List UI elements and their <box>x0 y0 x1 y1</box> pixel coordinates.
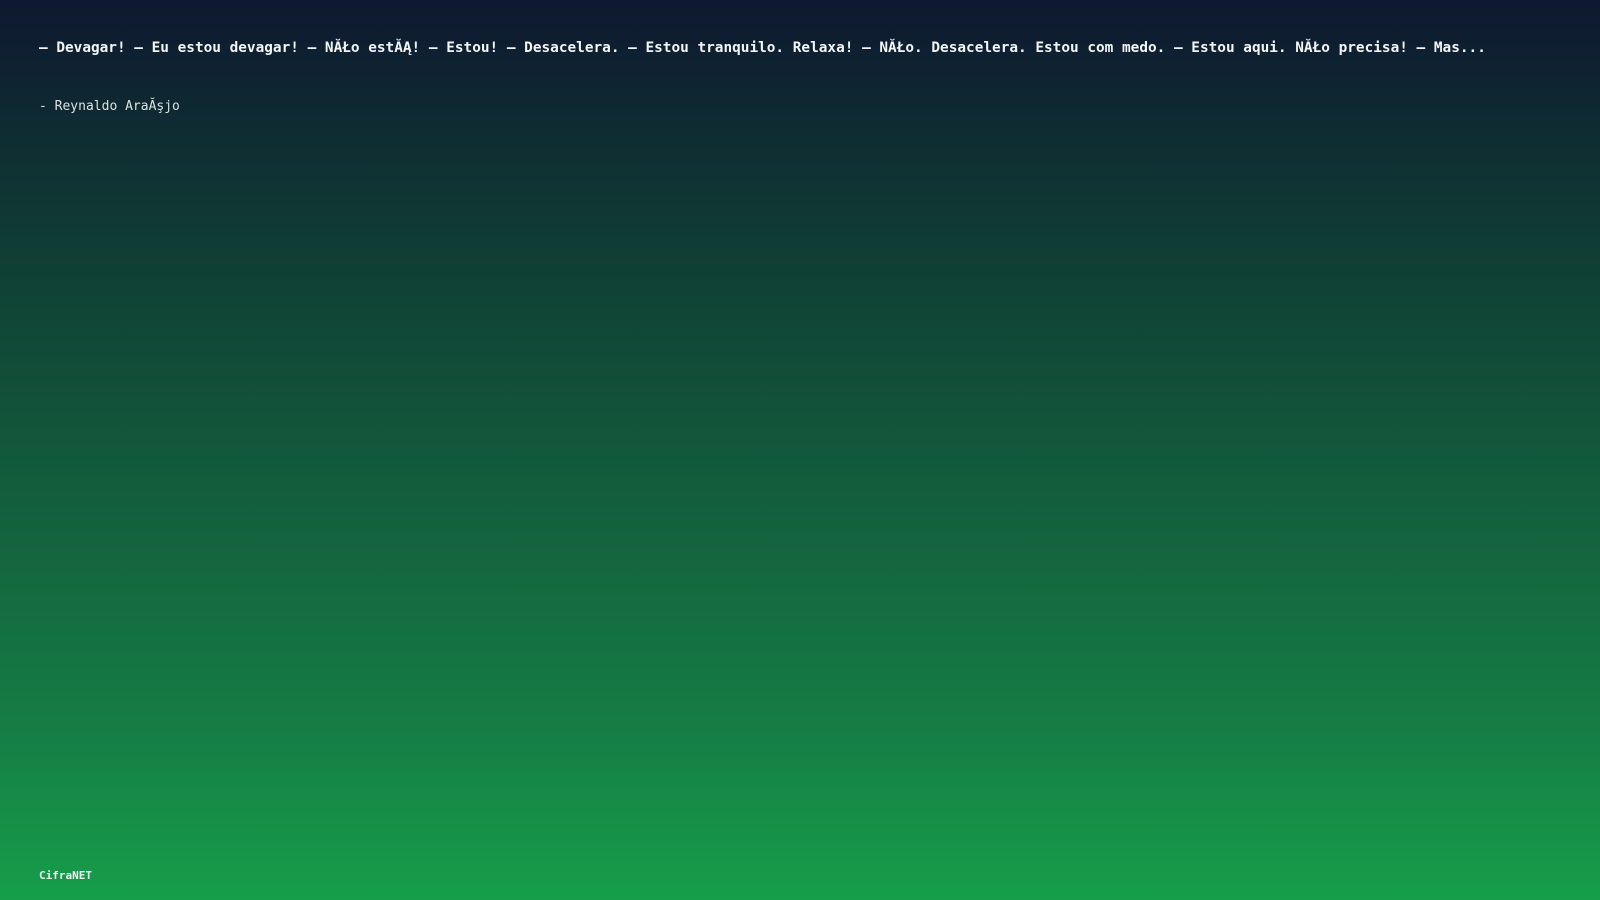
quote-screen: – Devagar! – Eu estou devagar! – NĂŁo es… <box>0 0 1600 900</box>
quote-author: - Reynaldo AraĂşjo <box>39 99 180 114</box>
quote-text: – Devagar! – Eu estou devagar! – NĂŁo es… <box>39 40 1486 56</box>
brand-label: CifraNET <box>39 869 92 882</box>
